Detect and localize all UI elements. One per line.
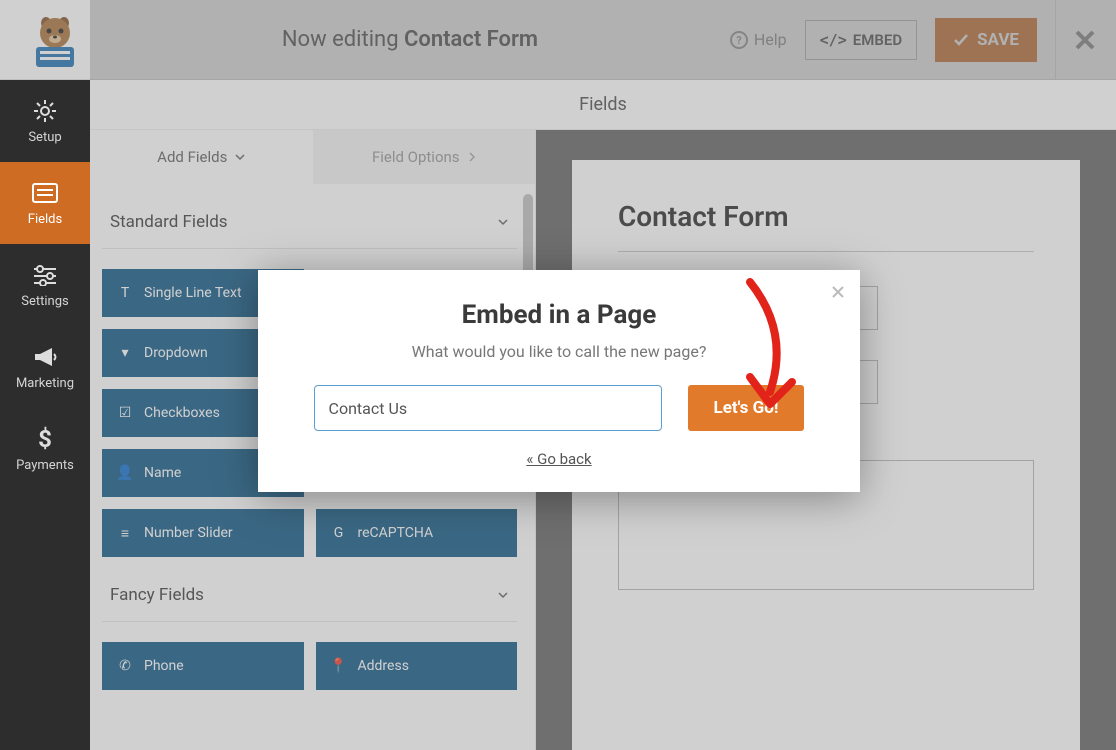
- nav-label: Settings: [21, 294, 68, 309]
- modal-title: Embed in a Page: [294, 300, 824, 330]
- sliders-icon: [32, 262, 58, 288]
- nav-label: Setup: [28, 130, 61, 145]
- embed-modal: Embed in a Page What would you like to c…: [258, 270, 860, 492]
- page-name-input[interactable]: [314, 385, 662, 431]
- bullhorn-icon: [32, 344, 58, 370]
- nav-marketing[interactable]: Marketing: [0, 326, 90, 408]
- modal-subtitle: What would you like to call the new page…: [294, 342, 824, 361]
- nav-setup[interactable]: Setup: [0, 80, 90, 162]
- close-icon: [832, 286, 844, 298]
- go-back-link[interactable]: « Go back: [526, 450, 591, 468]
- dollar-icon: $: [32, 426, 58, 452]
- nav-payments[interactable]: $ Payments: [0, 408, 90, 490]
- modal-close-button[interactable]: [832, 282, 844, 303]
- nav-settings[interactable]: Settings: [0, 244, 90, 326]
- nav-label: Payments: [16, 458, 74, 473]
- lets-go-button[interactable]: Let's Go!: [688, 385, 805, 431]
- nav-fields[interactable]: Fields: [0, 162, 90, 244]
- nav-label: Fields: [28, 212, 62, 227]
- svg-text:$: $: [38, 426, 52, 452]
- side-nav: Setup Fields Settings Marketing $ Paymen…: [0, 80, 90, 750]
- gear-icon: [32, 98, 58, 124]
- nav-label: Marketing: [16, 376, 74, 391]
- modal-input-row: Let's Go!: [294, 385, 824, 431]
- form-icon: [32, 180, 58, 206]
